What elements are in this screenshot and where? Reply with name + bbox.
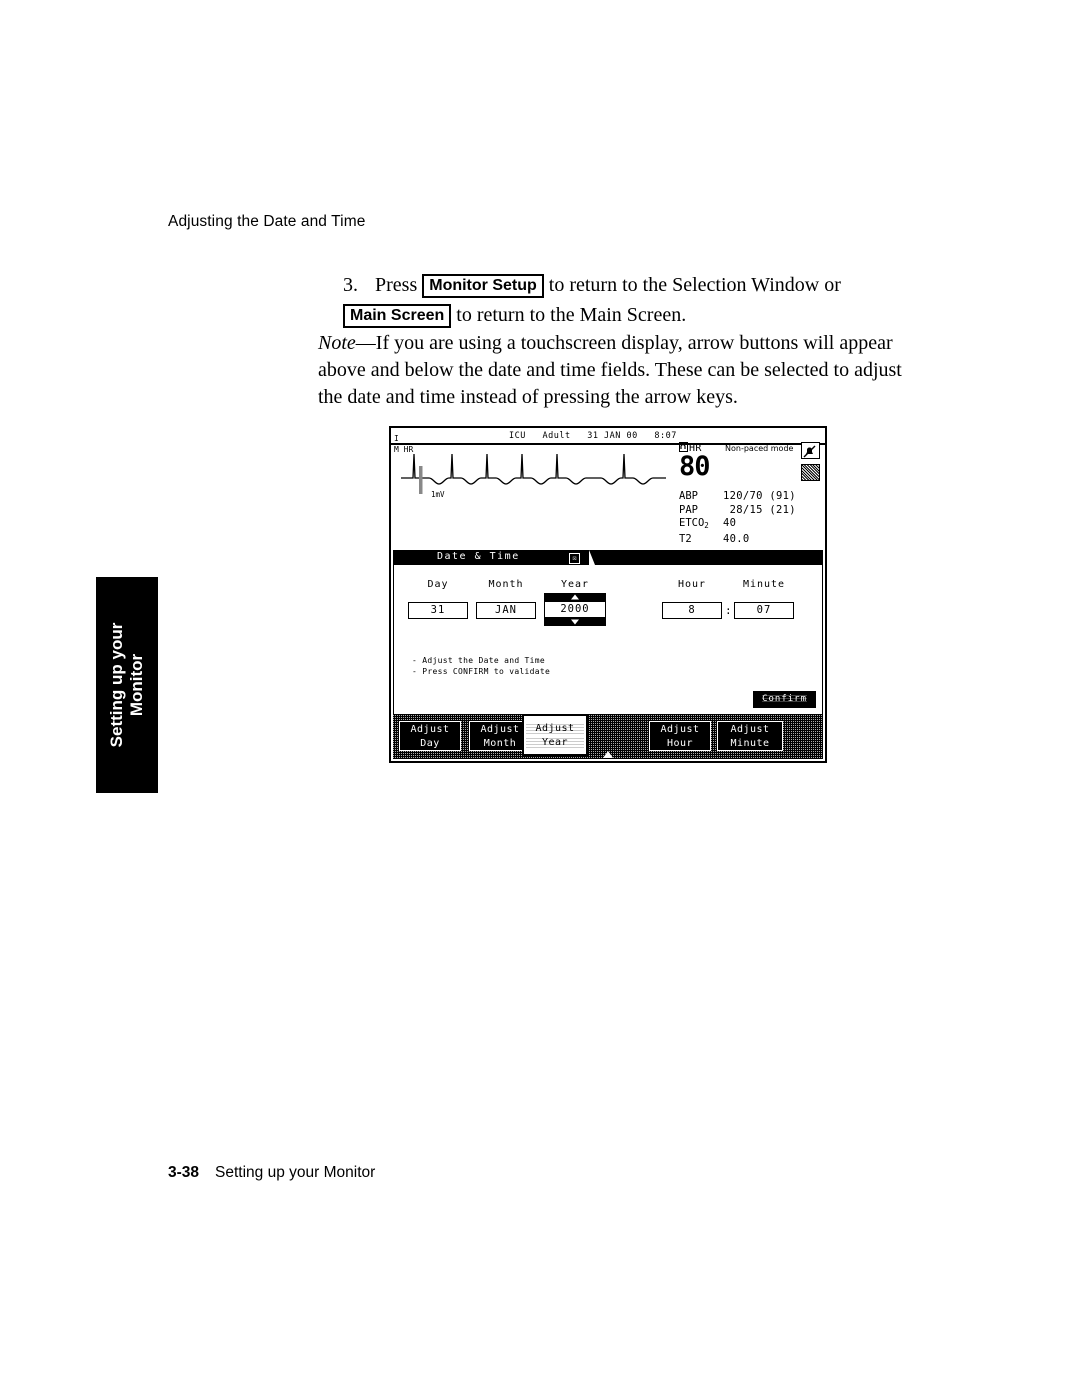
softkey-adjust-month[interactable]: Adjust Month — [469, 721, 531, 751]
step-3: 3. Press Monitor Setup to return to the … — [343, 271, 963, 329]
year-increment-arrow[interactable] — [544, 593, 606, 601]
footer-title: Setting up your Monitor — [215, 1164, 376, 1181]
softkey-adjust-hour[interactable]: Adjust Hour — [649, 721, 711, 751]
dialog-title-bar: Date & Time ☒ — [393, 550, 589, 565]
field-hour-label: Hour — [677, 579, 707, 590]
vital-row-t2: T2 40.0 — [679, 533, 796, 547]
key-main-screen[interactable]: Main Screen — [343, 304, 452, 328]
softkey-line1: Adjust — [480, 724, 520, 735]
field-year-input[interactable]: 2000 — [544, 601, 606, 618]
page-footer: 3-38 Setting up your Monitor — [168, 1164, 375, 1182]
vital-label: T2 — [679, 532, 692, 545]
vital-value: 120/70 (91) — [723, 490, 796, 502]
softkey-line1: Adjust — [660, 724, 700, 735]
monitor-screen-figure: ICU Adult 31 JAN 00 8:07 I M HR 1mV HR 8… — [389, 426, 827, 763]
field-year-label: Year — [560, 579, 590, 590]
field-hour: Hour 8 — [662, 579, 722, 619]
confirm-button[interactable]: Confirm — [753, 691, 816, 708]
softkey-line1: Adjust — [730, 724, 770, 735]
vital-row-pap: PAP 28/15 (21) — [679, 504, 796, 518]
step-text-2: to return to the Main Screen. — [456, 304, 687, 326]
key-monitor-setup[interactable]: Monitor Setup — [422, 274, 544, 298]
field-day-label: Day — [427, 579, 449, 590]
vitals-list: ABP 120/70 (91) PAP 28/15 (21) ETCO2 40 … — [679, 490, 796, 546]
date-time-dialog: Date & Time ☒ Day 31 Month JAN Year 2000 — [393, 550, 823, 715]
note-text: If you are using a touchscreen display, … — [318, 332, 902, 408]
running-head: Adjusting the Date and Time — [168, 213, 366, 230]
vital-value: 28/15 (21) — [723, 503, 796, 516]
vital-row-abp: ABP 120/70 (91) — [679, 490, 796, 504]
note-block: Note—If you are using a touchscreen disp… — [318, 330, 918, 411]
time-separator: : — [725, 604, 732, 617]
heartbeat-icon — [679, 442, 688, 452]
scroll-up-marker-icon[interactable] — [603, 751, 613, 758]
dialog-hint-2: - Press CONFIRM to validate — [412, 667, 551, 676]
year-decrement-arrow[interactable] — [544, 618, 606, 626]
softkey-line2: Year — [526, 736, 584, 750]
step-press-word: Press — [375, 274, 418, 296]
dialog-title: Date & Time — [437, 551, 520, 562]
field-month-input[interactable]: JAN — [476, 602, 536, 619]
softkey-line1: Adjust — [410, 724, 450, 735]
softkey-line2: Day — [420, 738, 440, 749]
close-icon[interactable]: ☒ — [569, 552, 580, 564]
waveform-area: ICU Adult 31 JAN 00 8:07 I M HR 1mV HR 8… — [391, 428, 825, 550]
hr-block: HR 80 — [679, 442, 711, 482]
field-day-input[interactable]: 31 — [408, 602, 468, 619]
header-unit: ICU — [509, 431, 526, 441]
chapter-side-tab-label: Setting up your Monitor — [107, 622, 146, 748]
paced-mode-label: Non-paced mode — [725, 444, 794, 453]
vital-row-etco2: ETCO2 40 — [679, 517, 796, 533]
dialog-body: Day 31 Month JAN Year 2000 Hour 8: Minu… — [393, 565, 823, 715]
softkey-line2: Minute — [730, 738, 770, 749]
hatched-pattern-icon[interactable] — [801, 464, 820, 481]
softkey-bar: Adjust Day Adjust Month Adjust Year Adju… — [393, 714, 823, 759]
vital-label-subscript: 2 — [704, 521, 709, 530]
field-day: Day 31 — [408, 579, 468, 619]
vital-value: 40 — [723, 517, 737, 529]
vital-value: 40.0 — [723, 532, 750, 545]
softkey-adjust-minute[interactable]: Adjust Minute — [717, 721, 783, 751]
dialog-hints: - Adjust the Date and Time - Press CONFI… — [412, 655, 550, 677]
dialog-title-bar-extension — [589, 550, 823, 565]
header-date: 31 JAN 00 — [587, 431, 638, 441]
field-minute: Minute 07 — [734, 579, 794, 619]
chapter-side-tab: Setting up your Monitor — [96, 577, 158, 793]
header-patient-type: Adult — [542, 431, 571, 441]
softkey-line1: Adjust — [526, 722, 584, 736]
hr-value: 80 — [679, 451, 711, 482]
field-minute-input[interactable]: 07 — [734, 602, 794, 619]
ecg-lead-top: I — [394, 434, 399, 443]
alarm-silenced-bell-icon[interactable] — [801, 442, 820, 459]
vital-label: ABP — [679, 490, 698, 502]
confirm-button-label: Confirm — [762, 694, 807, 704]
monitor-header-info: ICU Adult 31 JAN 00 8:07 — [509, 431, 688, 441]
note-label: Note — [318, 332, 356, 354]
field-minute-label: Minute — [742, 579, 786, 590]
softkey-line2: Month — [483, 738, 517, 749]
vital-label: PAP — [679, 503, 698, 516]
field-year: Year 2000 — [544, 579, 606, 626]
vital-label: ETCO2 — [679, 517, 709, 530]
field-hour-input[interactable]: 8 — [662, 602, 722, 619]
field-month: Month JAN — [476, 579, 536, 619]
softkey-adjust-year[interactable]: Adjust Year — [522, 714, 588, 756]
ecg-calibration-label: 1mV — [431, 490, 445, 499]
softkey-adjust-day[interactable]: Adjust Day — [399, 721, 461, 751]
note-dash: — — [355, 332, 376, 354]
header-time: 8:07 — [654, 431, 677, 441]
dialog-hint-1: - Adjust the Date and Time — [412, 656, 546, 665]
step-number: 3. — [343, 274, 358, 296]
softkey-line2: Hour — [666, 738, 694, 749]
field-month-label: Month — [488, 579, 524, 590]
step-text-1: to return to the Selection Window or — [548, 274, 841, 296]
page-number: 3-38 — [168, 1164, 200, 1181]
vitals-numerics-panel: HR 80 Non-paced mode ABP 120/70 (91) PAP… — [671, 442, 823, 550]
